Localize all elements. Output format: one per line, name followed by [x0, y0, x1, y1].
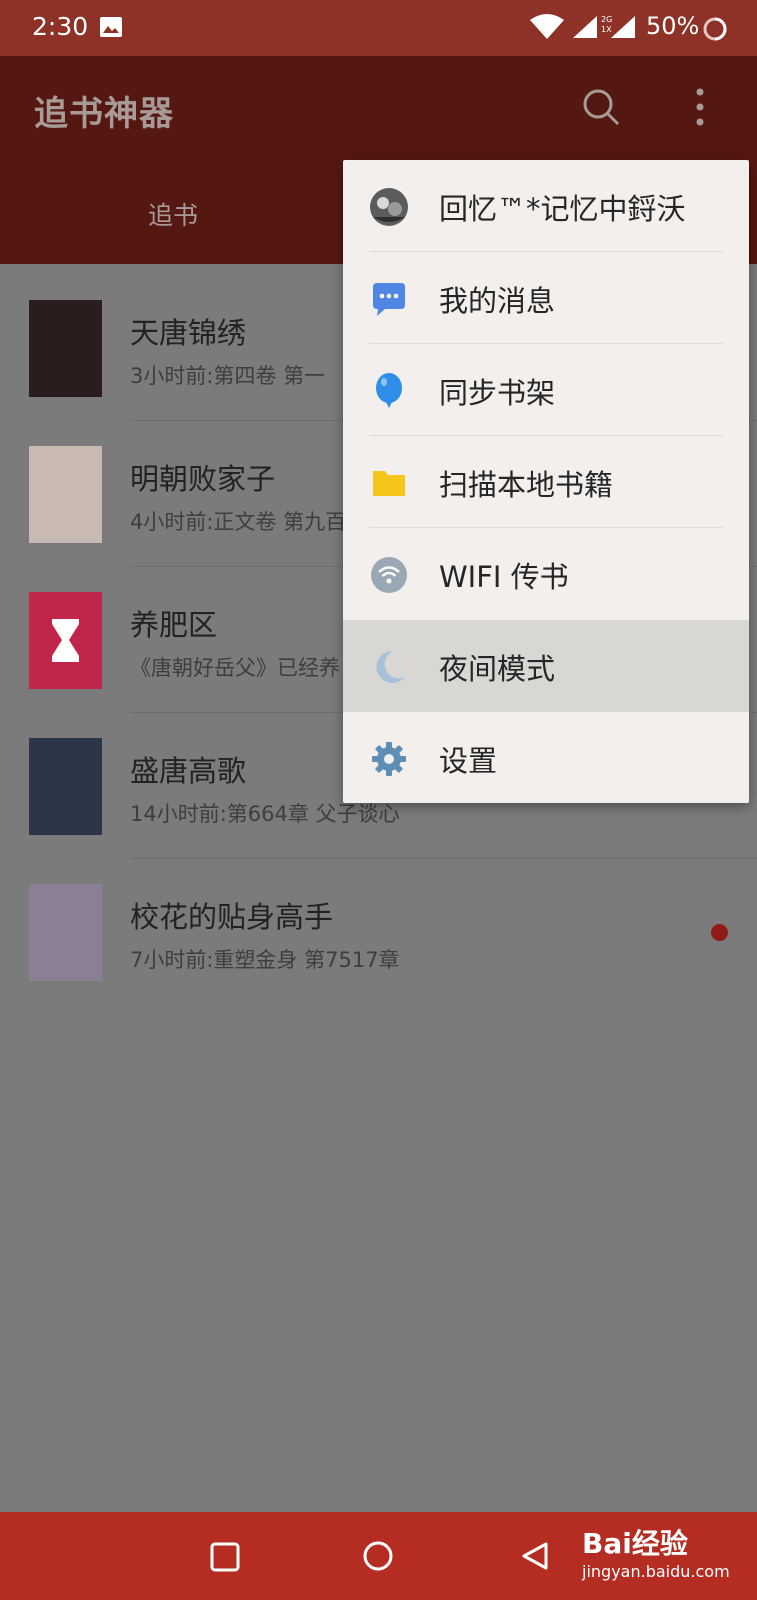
home-icon[interactable]: [362, 1540, 394, 1572]
menu-label: WIFI 传书: [439, 560, 569, 594]
menu-label: 设置: [439, 744, 498, 778]
book-title: 明朝败家子: [130, 462, 276, 496]
avatar: [370, 188, 408, 226]
wifi-status-icon: [530, 14, 564, 39]
sync-icon: [376, 373, 402, 408]
menu-item-sync-shelf[interactable]: 同步书架: [343, 344, 749, 436]
hourglass-icon: [52, 619, 79, 662]
app-title: 追书神器: [34, 94, 174, 134]
tab-zhuishu[interactable]: 追书: [148, 196, 198, 232]
book-latest-chapter: 3小时前:第四卷 第一: [130, 364, 326, 388]
status-bar: 2:30 2G 1X 50%: [0, 0, 757, 56]
more-options-icon[interactable]: [695, 88, 705, 126]
book-title: 校花的贴身高手: [130, 900, 334, 934]
search-icon[interactable]: [582, 88, 620, 126]
menu-label: 同步书架: [439, 376, 556, 410]
book-cover: [29, 884, 102, 981]
signal-icon: [573, 16, 597, 38]
unread-badge: [711, 924, 728, 941]
gear-icon: [372, 742, 406, 776]
book-row[interactable]: 校花的贴身高手 7小时前:重塑金身 第7517章: [0, 848, 757, 994]
folder-icon: [373, 471, 405, 496]
recents-icon[interactable]: [210, 1542, 240, 1572]
menu-label: 我的消息: [439, 284, 556, 318]
book-latest-chapter: 4小时前:正文卷 第九百: [130, 510, 347, 534]
menu-item-night-mode[interactable]: 夜间模式: [343, 620, 749, 712]
menu-item-scan-local[interactable]: 扫描本地书籍: [343, 436, 749, 528]
battery-icon: [703, 17, 727, 41]
wifi-icon: [371, 557, 407, 593]
gallery-icon: [100, 17, 122, 37]
menu-label: 夜间模式: [439, 652, 556, 686]
watermark-brand: Bai经验: [582, 1527, 688, 1560]
menu-item-messages[interactable]: 我的消息: [343, 252, 749, 344]
book-title: 养肥区: [130, 608, 218, 642]
book-cover: [29, 738, 102, 835]
moon-icon: [376, 650, 405, 683]
message-icon: [373, 283, 405, 316]
book-cover: [29, 446, 102, 543]
menu-item-profile[interactable]: 回忆™*记忆中鋝沃: [343, 160, 749, 252]
book-title: 盛唐高歌: [130, 754, 247, 788]
book-cover: [29, 300, 102, 397]
menu-label: 回忆™*记忆中鋝沃: [439, 192, 686, 226]
menu-item-settings[interactable]: 设置: [343, 712, 749, 804]
back-icon[interactable]: [520, 1541, 550, 1571]
menu-label: 扫描本地书籍: [439, 468, 614, 502]
book-title: 天唐锦绣: [130, 316, 247, 350]
book-latest-chapter: 《唐朝好岳父》已经养: [130, 656, 340, 680]
status-time: 2:30: [32, 12, 89, 41]
menu-item-wifi-transfer[interactable]: WIFI 传书: [343, 528, 749, 620]
book-cover: [29, 592, 102, 689]
signal-icon-2: [611, 16, 635, 38]
book-latest-chapter: 7小时前:重塑金身 第7517章: [130, 948, 400, 972]
watermark-url: jingyan.baidu.com: [582, 1562, 730, 1581]
battery-level: 50%: [646, 12, 700, 40]
overflow-menu: 回忆™*记忆中鋝沃 我的消息 同步书架 扫描本地书籍 WIFI 传书 夜间模式 …: [343, 160, 749, 803]
navigation-bar: Bai经验 jingyan.baidu.com: [0, 1512, 757, 1600]
